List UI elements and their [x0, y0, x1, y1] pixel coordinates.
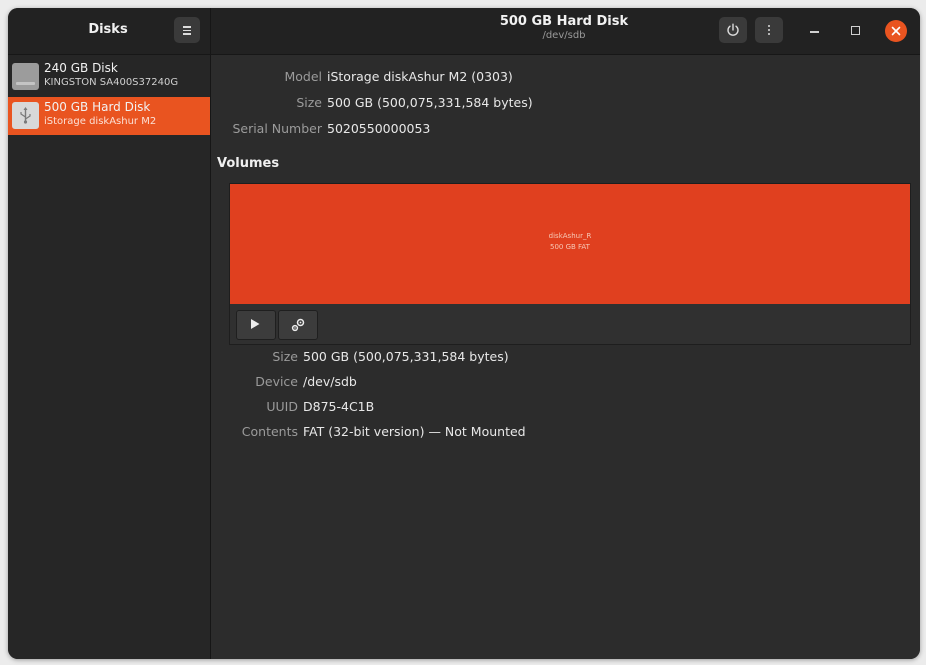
- contents-label: Contents: [241, 424, 298, 439]
- drive-details: Model iStorage diskAshur M2 (0303) Size …: [211, 55, 920, 659]
- more-options-icon: [768, 25, 770, 27]
- window-title: 500 GB Hard Disk /dev/sdb: [464, 14, 664, 41]
- disk-item-240gb[interactable]: 240 GB Disk KINGSTON SA400S37240G: [8, 58, 210, 96]
- minimize-icon[interactable]: [810, 31, 819, 33]
- disk-name: 240 GB Disk: [44, 61, 118, 75]
- disk-name: 500 GB Hard Disk: [44, 100, 151, 114]
- maximize-icon[interactable]: [851, 26, 860, 35]
- power-icon: [727, 23, 739, 36]
- contents-value: FAT (32-bit version) — Not Mounted: [303, 424, 526, 439]
- disk-model: iStorage diskAshur M2: [44, 116, 157, 127]
- serial-number-label: Serial Number: [232, 121, 322, 136]
- volumes-heading: Volumes: [217, 156, 280, 171]
- partition-options-button[interactable]: [278, 310, 318, 340]
- app-menu-button[interactable]: [174, 17, 200, 43]
- hard-drive-icon: [12, 63, 39, 90]
- disk-item-500gb[interactable]: 500 GB Hard Disk iStorage diskAshur M2: [8, 97, 210, 135]
- close-button[interactable]: [885, 20, 907, 42]
- gears-icon: [291, 318, 305, 332]
- header-bar: Disks 500 GB Hard Disk /dev/sdb: [8, 8, 920, 55]
- disk-model: KINGSTON SA400S37240G: [44, 77, 179, 88]
- volume-toolbar: [236, 310, 318, 340]
- uuid-value: D875-4C1B: [303, 399, 375, 414]
- partition-size: 500 GB FAT: [550, 243, 590, 251]
- device-value: /dev/sdb: [303, 374, 357, 389]
- volume-map: diskAshur_R 500 GB FAT: [229, 183, 911, 345]
- model-value: iStorage diskAshur M2 (0303): [327, 69, 513, 84]
- sidebar-header: Disks: [8, 8, 211, 54]
- partition-block[interactable]: diskAshur_R 500 GB FAT: [230, 184, 910, 304]
- usb-drive-icon: [12, 102, 39, 129]
- device-label: Device: [255, 374, 298, 389]
- menu-icon: [183, 26, 191, 28]
- mount-button[interactable]: [236, 310, 276, 340]
- serial-number-value: 5020550000053: [327, 121, 431, 136]
- size-label: Size: [296, 95, 322, 110]
- model-label: Model: [284, 69, 322, 84]
- play-icon: [251, 319, 260, 329]
- partition-name: diskAshur_R: [548, 232, 592, 240]
- close-icon: [891, 26, 901, 36]
- volume-size-value: 500 GB (500,075,331,584 bytes): [303, 349, 509, 364]
- disk-list: 240 GB Disk KINGSTON SA400S37240G 500 GB…: [8, 55, 211, 659]
- volume-size-label: Size: [272, 349, 298, 364]
- drive-title: 500 GB Hard Disk: [499, 14, 629, 29]
- size-value: 500 GB (500,075,331,584 bytes): [327, 95, 533, 110]
- disks-window: Disks 500 GB Hard Disk /dev/sdb 240 GB D…: [8, 8, 920, 659]
- drive-device-path: /dev/sdb: [542, 30, 586, 41]
- power-off-button[interactable]: [719, 17, 747, 43]
- drive-options-button[interactable]: [755, 17, 783, 43]
- uuid-label: UUID: [266, 399, 298, 414]
